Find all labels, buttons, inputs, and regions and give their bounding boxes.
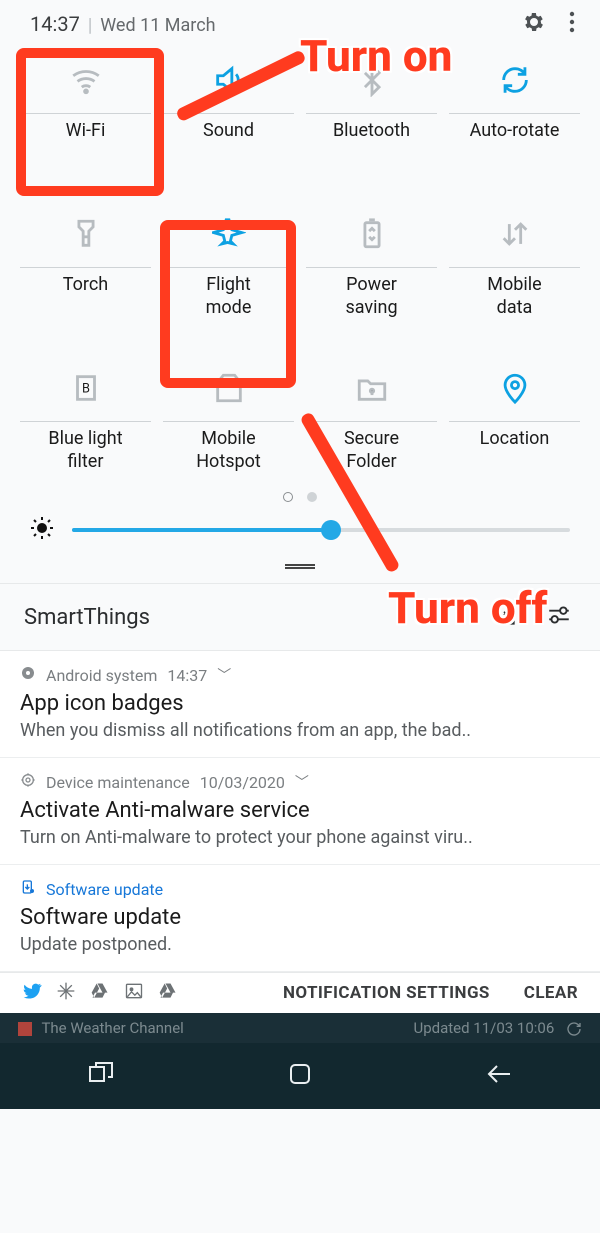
- notification-header: Software update: [20, 879, 580, 899]
- devices-icon[interactable]: [492, 602, 518, 632]
- drive-icon[interactable]: [90, 981, 110, 1005]
- smartthings-row[interactable]: SmartThings: [0, 583, 600, 651]
- drive-icon-2[interactable]: [158, 981, 178, 1005]
- tile-label: SecureFolder: [344, 428, 399, 474]
- image-icon[interactable]: [124, 981, 144, 1005]
- clear-button[interactable]: CLEAR: [524, 983, 578, 1003]
- notification-item[interactable]: Device maintenance 10/03/2020 ﹀ Activate…: [0, 758, 600, 865]
- notification-time: 10/03/2020: [200, 773, 285, 792]
- plane-icon: [163, 210, 294, 268]
- quick-settings-grid: Wi-Fi Sound Bluetooth Auto-rotate Torch Fligh…: [0, 42, 600, 474]
- smartthings-label: SmartThings: [24, 605, 150, 630]
- home-button[interactable]: [287, 1061, 313, 1091]
- tile-securefolder[interactable]: SecureFolder: [304, 358, 439, 474]
- settings-sliders-icon[interactable]: [546, 602, 572, 632]
- tile-torch[interactable]: Torch: [18, 204, 153, 320]
- chevron-down-icon[interactable]: ﹀: [217, 665, 231, 685]
- tile-bluetooth[interactable]: Bluetooth: [304, 50, 439, 166]
- wifi-icon: [20, 56, 151, 114]
- status-actions: [522, 10, 576, 38]
- tile-label: MobileHotspot: [196, 428, 261, 474]
- tile-powersaving[interactable]: Powersaving: [304, 204, 439, 320]
- recents-button[interactable]: [86, 1061, 116, 1091]
- notification-settings-button[interactable]: NOTIFICATION SETTINGS: [283, 983, 490, 1003]
- notification-title: Software update: [20, 905, 580, 930]
- notification-app-icon: [20, 772, 36, 792]
- navigation-bar: [0, 1043, 600, 1109]
- bluetooth-icon: [306, 56, 437, 114]
- notification-body: When you dismiss all notifications from …: [20, 720, 580, 741]
- tile-hotspot[interactable]: MobileHotspot: [161, 358, 296, 474]
- notification-app-icon: [20, 879, 36, 899]
- weather-channel-label: The Weather Channel: [18, 1019, 184, 1037]
- footer-actions: NOTIFICATION SETTINGS CLEAR: [283, 983, 578, 1003]
- footer-app-icons: [22, 981, 178, 1005]
- notification-app-name: Software update: [46, 880, 163, 899]
- battery-icon: [306, 210, 437, 268]
- tile-flightmode[interactable]: Flightmode: [161, 204, 296, 320]
- page-dot-next[interactable]: [307, 492, 317, 502]
- tile-autorotate[interactable]: Auto-rotate: [447, 50, 582, 166]
- rotate-icon: [449, 56, 580, 114]
- notification-header: Android system 14:37 ﹀: [20, 665, 580, 685]
- tile-wifi[interactable]: Wi-Fi: [18, 50, 153, 166]
- tile-label: Blue lightfilter: [48, 428, 122, 474]
- twitter-icon[interactable]: [22, 981, 42, 1005]
- torch-icon: [20, 210, 151, 268]
- weather-bar[interactable]: The Weather Channel Updated 11/03 10:06: [0, 1013, 600, 1043]
- tile-label: Auto-rotate: [470, 120, 560, 166]
- gear-icon[interactable]: [522, 10, 546, 38]
- notification-body: Turn on Anti-malware to protect your pho…: [20, 827, 580, 848]
- back-button[interactable]: [484, 1061, 514, 1091]
- tile-label: Powersaving: [345, 274, 397, 320]
- tile-bluelight[interactable]: B Blue lightfilter: [18, 358, 153, 474]
- notification-list: Android system 14:37 ﹀ App icon badges W…: [0, 651, 600, 972]
- hotspot-icon: [163, 364, 294, 422]
- panel-drag-handle[interactable]: [0, 554, 600, 573]
- tile-label: Bluetooth: [333, 120, 410, 166]
- notification-item[interactable]: Android system 14:37 ﹀ App icon badges W…: [0, 651, 600, 758]
- clock-time: 14:37: [30, 12, 80, 36]
- page-dot-current: [283, 492, 293, 502]
- tile-mobiledata[interactable]: Mobiledata: [447, 204, 582, 320]
- status-date: Wed 11 March: [100, 15, 215, 36]
- notification-app-icon: [20, 665, 36, 685]
- tile-label: Location: [480, 428, 550, 474]
- notification-item[interactable]: Software update Software update Update p…: [0, 865, 600, 972]
- more-icon[interactable]: [568, 10, 576, 38]
- bfile-icon: B: [20, 364, 151, 422]
- notification-time: 14:37: [167, 666, 207, 685]
- tile-label: Mobiledata: [487, 274, 541, 320]
- folder-icon: [306, 364, 437, 422]
- tile-label: Flightmode: [206, 274, 252, 320]
- svg-text:B: B: [82, 381, 90, 396]
- tile-sound[interactable]: Sound: [161, 50, 296, 166]
- smartthings-actions: [492, 602, 572, 632]
- tile-label: Wi-Fi: [66, 120, 106, 166]
- notification-app-name: Device maintenance: [46, 773, 190, 792]
- notification-title: App icon badges: [20, 691, 580, 716]
- brightness-icon: [30, 516, 54, 544]
- weather-updated: Updated 11/03 10:06: [413, 1019, 582, 1037]
- tile-label: Torch: [63, 274, 108, 320]
- status-separator: |: [88, 15, 92, 36]
- notification-header: Device maintenance 10/03/2020 ﹀: [20, 772, 580, 792]
- notification-title: Activate Anti-malware service: [20, 798, 580, 823]
- brightness-slider[interactable]: [72, 528, 570, 532]
- brightness-slider-row: [0, 510, 600, 554]
- notification-footer: NOTIFICATION SETTINGS CLEAR: [0, 972, 600, 1013]
- updown-icon: [449, 210, 580, 268]
- notification-body: Update postponed.: [20, 934, 580, 955]
- page-indicator: [0, 492, 600, 502]
- tile-label: Sound: [203, 120, 254, 166]
- pin-icon: [449, 364, 580, 422]
- sound-icon: [163, 56, 294, 114]
- notification-app-name: Android system: [46, 666, 157, 685]
- tile-location[interactable]: Location: [447, 358, 582, 474]
- status-bar: 14:37 | Wed 11 March: [0, 0, 600, 42]
- snowflake-icon[interactable]: [56, 981, 76, 1005]
- status-left: 14:37 | Wed 11 March: [30, 12, 216, 36]
- chevron-down-icon[interactable]: ﹀: [295, 772, 309, 792]
